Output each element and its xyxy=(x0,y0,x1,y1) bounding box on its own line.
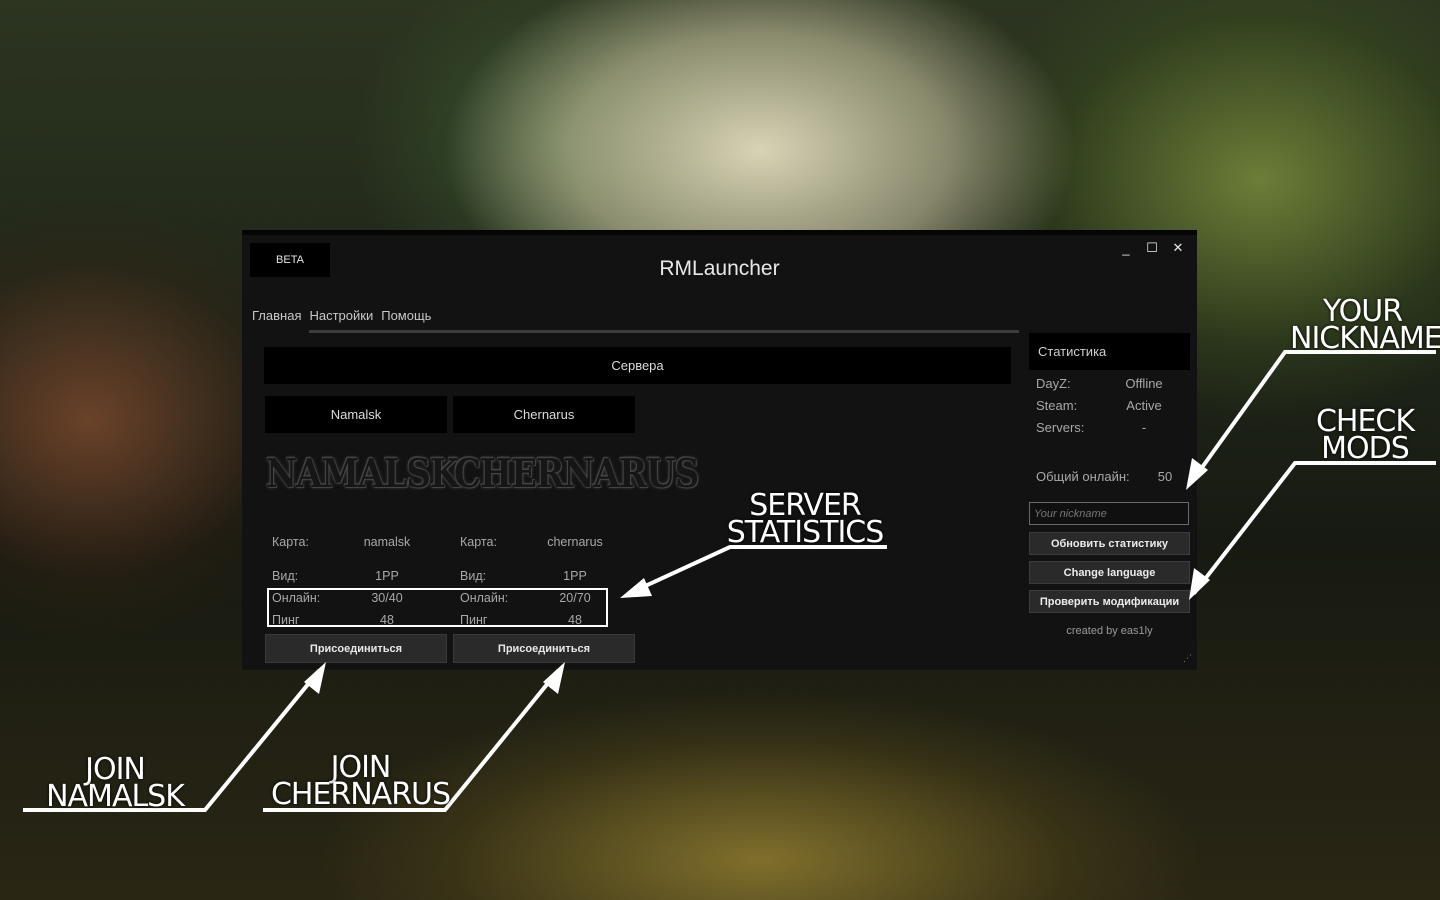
callout-join-namalsk: JOIN NAMALSK xyxy=(35,755,195,814)
callout-join-chernarus: JOIN CHERNARUS xyxy=(268,753,453,812)
arrow-check-mods xyxy=(1192,461,1436,595)
annotation-arrows xyxy=(23,350,1436,812)
callout-line: CHERNARUS xyxy=(270,777,451,812)
arrowhead-join-namalsk xyxy=(304,662,326,694)
callout-check-mods: CHECK MODS xyxy=(1300,407,1430,466)
callout-line: STATISTICS xyxy=(726,515,885,550)
arrowhead-join-chernarus xyxy=(543,662,565,694)
callout-server-statistics: SERVER STATISTICS xyxy=(720,491,890,550)
arrowhead-server-stats xyxy=(620,578,652,598)
callout-line: MODS xyxy=(1321,431,1410,466)
callout-your-nickname: YOUR NICKNAME xyxy=(1290,297,1440,356)
callout-line: NAMALSK xyxy=(46,779,185,814)
arrow-server-stats xyxy=(627,545,887,596)
callout-line: NICKNAME xyxy=(1290,321,1440,356)
arrowhead-check-mods xyxy=(1189,568,1210,600)
